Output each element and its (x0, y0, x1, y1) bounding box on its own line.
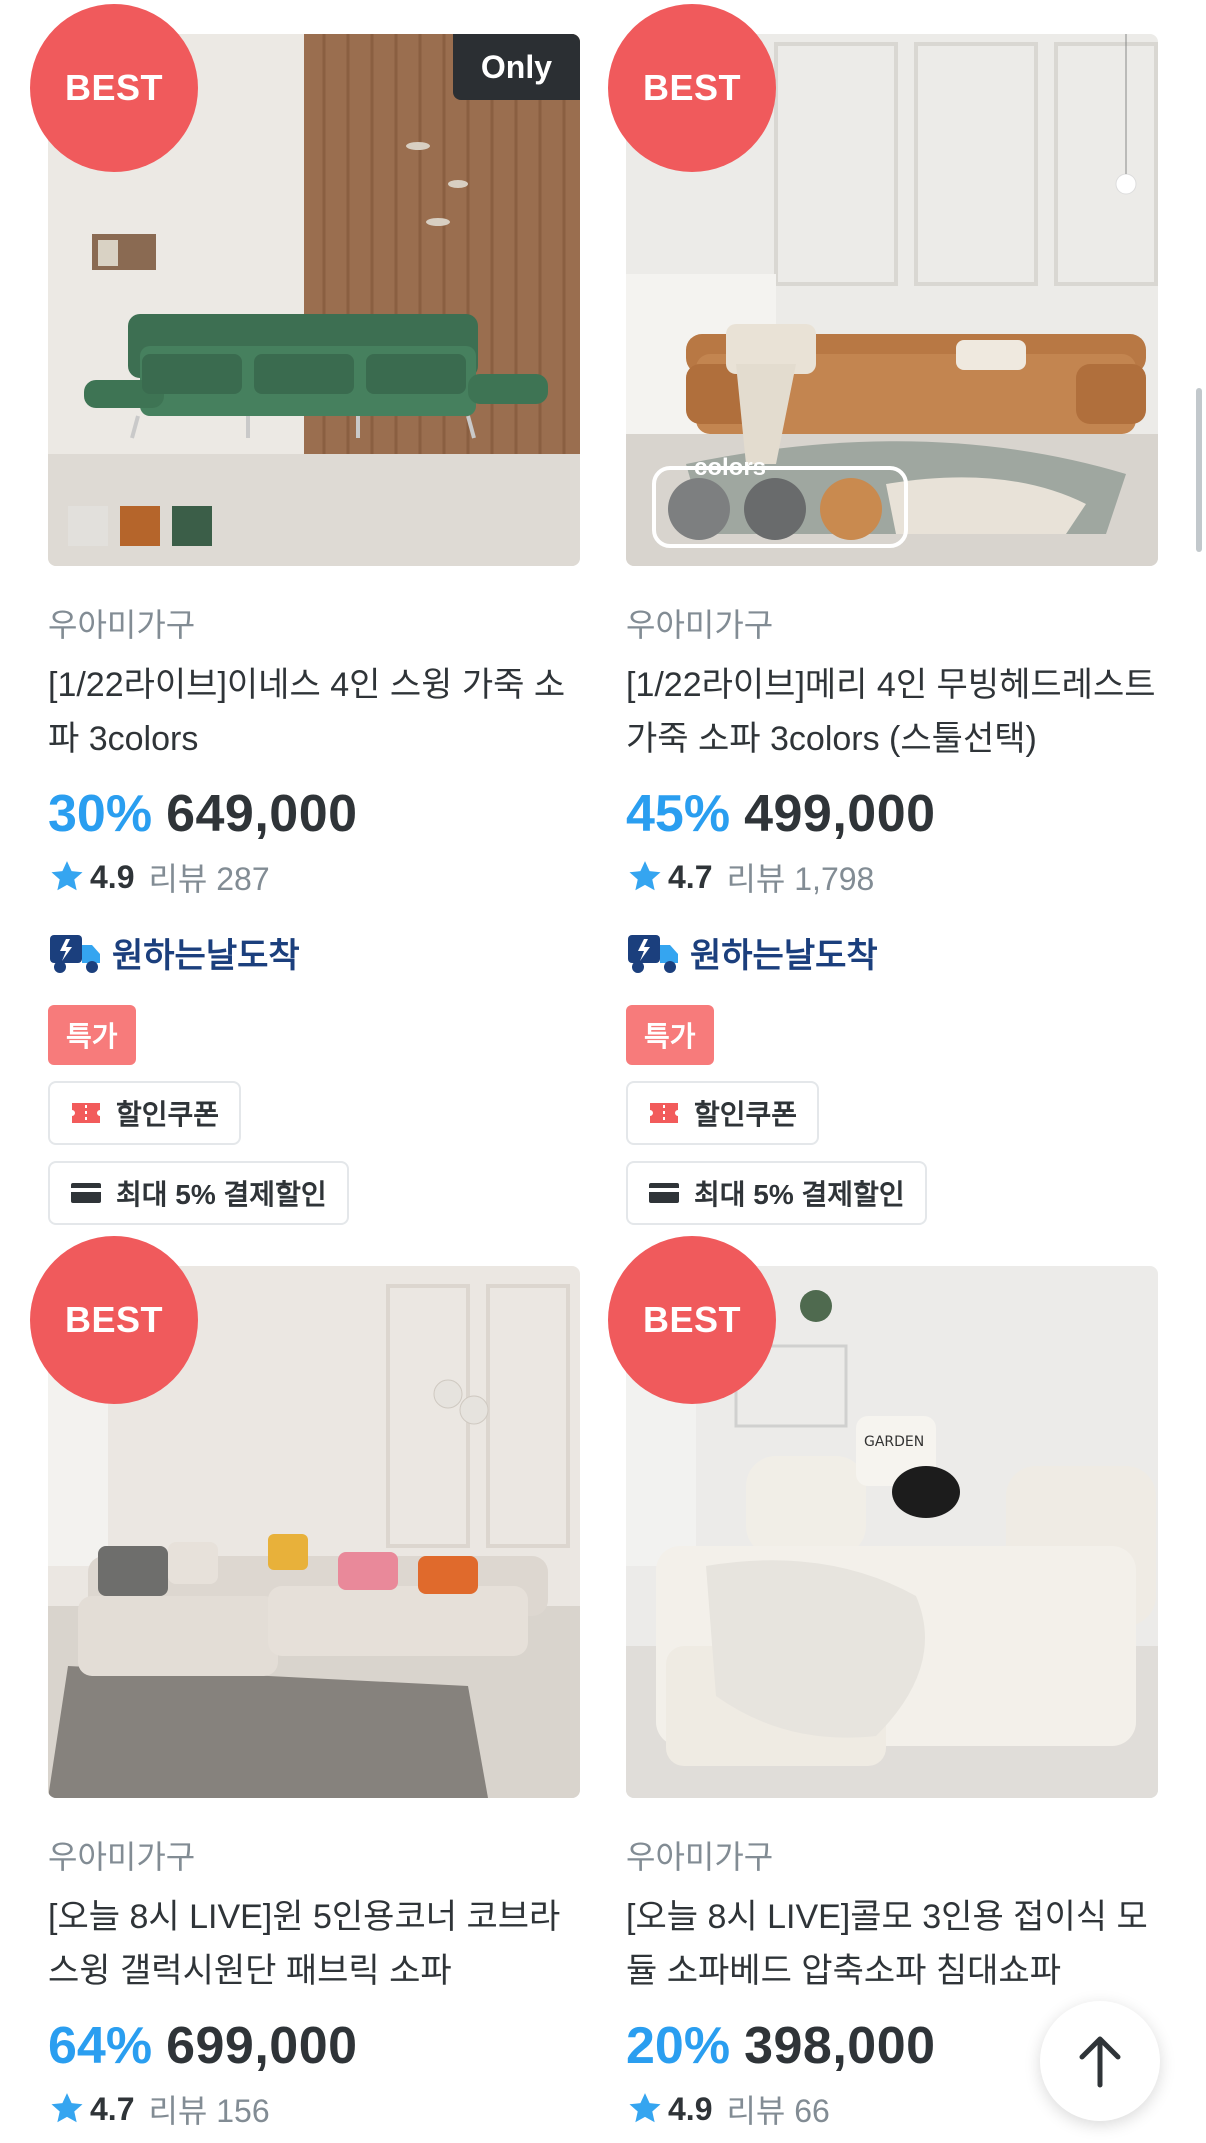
price: 649,000 (166, 785, 358, 843)
payment-discount-chip[interactable]: 최대 5% 결제할인 (626, 1161, 927, 1225)
special-price-tag: 특가 (626, 1005, 714, 1065)
credit-card-icon (649, 1183, 679, 1203)
payment-label: 최대 5% 결제할인 (116, 1179, 327, 1210)
coupon-chip[interactable]: 할인쿠폰 (626, 1081, 820, 1145)
product-title[interactable]: [오늘 8시 LIVE]윈 5인용코너 코브라 스윙 갤럭시원단 패브릭 소파 (48, 1890, 580, 1998)
best-badge: BEST (30, 4, 198, 172)
rating-row: 4.9 리뷰 287 (48, 854, 580, 900)
price-row: 64% 699,000 (48, 2016, 580, 2076)
arrow-up-icon (1079, 2036, 1121, 2088)
product-title[interactable]: [1/22라이브]메리 4인 무빙헤드레스트 가죽 소파 3colors (스툴… (626, 658, 1158, 766)
color-dot-dark-gray (744, 478, 806, 540)
price: 499,000 (744, 785, 936, 843)
delivery-badge: 원하는날도착 (626, 928, 1158, 977)
swatch-green (172, 506, 212, 546)
brand-name[interactable]: 우아미가구 (48, 1832, 580, 1878)
scroll-to-top-button[interactable] (1040, 2001, 1160, 2121)
color-dot-gray (668, 478, 730, 540)
delivery-label: 원하는날도착 (112, 937, 300, 975)
best-badge: BEST (608, 1236, 776, 1404)
discount-rate: 64% (48, 2017, 153, 2075)
coupon-chip[interactable]: 할인쿠폰 (48, 1081, 242, 1145)
truck-icon (628, 934, 678, 973)
special-price-tag: 특가 (48, 1005, 136, 1065)
star-icon (629, 861, 661, 891)
review-count: 리뷰 156 (148, 2093, 270, 2129)
rating-score: 4.9 (668, 2090, 713, 2127)
cushion-text: GARDEN (864, 1434, 924, 1450)
review-count: 리뷰 287 (148, 861, 270, 897)
star-icon (51, 2093, 83, 2123)
discount-rate: 30% (48, 785, 153, 843)
coupon-icon (650, 1103, 678, 1123)
discount-rate: 20% (626, 2017, 731, 2075)
color-swatches (68, 506, 212, 546)
rating-row: 4.7 리뷰 1,798 (626, 854, 1158, 900)
only-badge: Only (452, 34, 580, 100)
price: 699,000 (166, 2017, 358, 2075)
brand-name[interactable]: 우아미가구 (626, 1832, 1158, 1878)
price-row: 45% 499,000 (626, 784, 1158, 844)
product-title[interactable]: [오늘 8시 LIVE]콜모 3인용 접이식 모듈 소파베드 압축소파 침대쇼파 (626, 1890, 1158, 1998)
star-icon (629, 2093, 661, 2123)
product-card[interactable]: GARDEN BEST 우아미가구 [오늘 8시 LIVE]콜모 3인용 접이식… (608, 1236, 1158, 2132)
swatch-gray (68, 506, 108, 546)
best-badge: BEST (30, 1236, 198, 1404)
review-count: 리뷰 1,798 (726, 861, 875, 897)
swatch-brown (120, 506, 160, 546)
brand-name[interactable]: 우아미가구 (626, 600, 1158, 646)
product-card[interactable]: BEST 우아미가구 [오늘 8시 LIVE]윈 5인용코너 코브라 스윙 갤럭… (30, 1236, 580, 2132)
credit-card-icon (71, 1183, 101, 1203)
coupon-label: 할인쿠폰 (116, 1099, 220, 1130)
truck-icon (50, 934, 100, 973)
star-icon (51, 861, 83, 891)
best-badge: BEST (608, 4, 776, 172)
payment-discount-chip[interactable]: 최대 5% 결제할인 (48, 1161, 349, 1225)
color-options (668, 478, 882, 540)
delivery-badge: 원하는날도착 (48, 928, 580, 977)
review-count: 리뷰 66 (726, 2093, 830, 2129)
price-row: 30% 649,000 (48, 784, 580, 844)
discount-rate: 45% (626, 785, 731, 843)
product-card[interactable]: colors BEST 우아미가구 [1/22라이브]메리 4인 무빙헤드레스트… (608, 4, 1158, 1225)
scrollbar[interactable] (1196, 388, 1202, 552)
color-dot-tan (820, 478, 882, 540)
coupon-icon (72, 1103, 100, 1123)
product-card[interactable]: Only BEST 우아미가구 [1/22라이브]이네스 4인 스윙 가죽 소파… (30, 4, 580, 1225)
brand-name[interactable]: 우아미가구 (48, 600, 580, 646)
rating-score: 4.9 (90, 858, 135, 895)
rating-score: 4.7 (90, 2090, 135, 2127)
rating-score: 4.7 (668, 858, 713, 895)
coupon-label: 할인쿠폰 (694, 1099, 798, 1130)
product-title[interactable]: [1/22라이브]이네스 4인 스윙 가죽 소파 3colors (48, 658, 580, 766)
payment-label: 최대 5% 결제할인 (694, 1179, 905, 1210)
price: 398,000 (744, 2017, 936, 2075)
rating-row: 4.7 리뷰 156 (48, 2086, 580, 2132)
delivery-label: 원하는날도착 (690, 937, 878, 975)
